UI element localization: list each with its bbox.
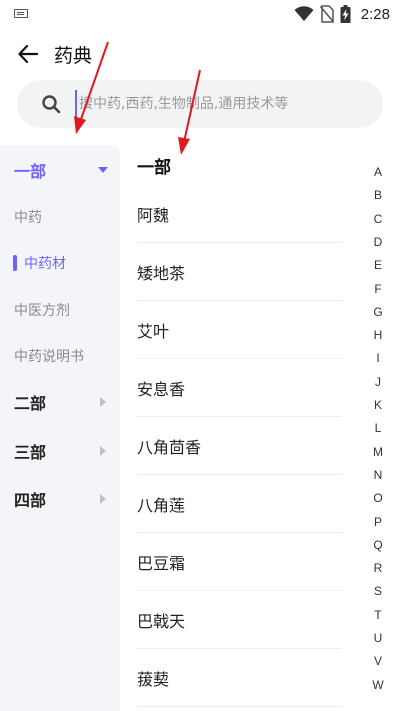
- alphabet-index-letter[interactable]: F: [366, 279, 390, 299]
- status-bar: 2:28: [0, 0, 400, 28]
- sidebar-item-label: 中药: [14, 210, 42, 226]
- sidebar-item-herbal-materials[interactable]: 中药材: [0, 243, 120, 283]
- sidebar-item-part-3[interactable]: 三部: [0, 431, 120, 471]
- list-item-label: 阿魏: [137, 206, 170, 225]
- alphabet-index-letter[interactable]: J: [366, 372, 390, 392]
- alphabet-index-letter[interactable]: A: [366, 162, 390, 182]
- list-item[interactable]: 八角茴香: [137, 417, 342, 475]
- sidebar-item-chinese-medicine[interactable]: 中药: [0, 197, 120, 237]
- list-item[interactable]: 艾叶: [137, 301, 342, 359]
- alphabet-index-letter[interactable]: Q: [366, 535, 390, 555]
- list-item-label: 八角茴香: [137, 438, 202, 457]
- alphabet-index-letter[interactable]: U: [366, 628, 390, 648]
- alphabet-index-letter[interactable]: G: [366, 302, 390, 322]
- alphabet-index-letter[interactable]: B: [366, 185, 390, 205]
- list-item[interactable]: 巴豆霜: [137, 533, 342, 591]
- alphabet-index-letter[interactable]: T: [366, 605, 390, 625]
- arrow-left-icon[interactable]: [16, 42, 40, 66]
- search-bar[interactable]: [17, 80, 383, 128]
- sidebar-item-label: 一部: [14, 162, 47, 181]
- alphabet-index-letter[interactable]: C: [366, 209, 390, 229]
- sidebar-item-label: 中药材: [24, 256, 66, 272]
- chevron-right-icon: [100, 494, 106, 504]
- alphabet-index-letter[interactable]: D: [366, 232, 390, 252]
- alphabet-index-letter[interactable]: E: [366, 255, 390, 275]
- alphabet-index-letter[interactable]: L: [366, 418, 390, 438]
- chevron-right-icon: [100, 397, 106, 407]
- sidebar-item-part-2[interactable]: 二部: [0, 382, 120, 422]
- list-item-label: 艾叶: [137, 322, 170, 341]
- search-icon: [42, 95, 61, 114]
- active-indicator: [13, 255, 17, 271]
- sidebar-item-part-1[interactable]: 一部: [0, 150, 120, 190]
- alphabet-index-letter[interactable]: I: [366, 348, 390, 368]
- list-item[interactable]: 矮地茶: [137, 243, 342, 301]
- alphabet-index-letter[interactable]: P: [366, 512, 390, 532]
- sidebar-item-label: 中医方剂: [14, 303, 70, 319]
- alphabet-index-letter[interactable]: K: [366, 395, 390, 415]
- sidebar-item-label: 四部: [14, 491, 47, 510]
- list-item-label: 巴豆霜: [137, 554, 186, 573]
- caret-down-icon: [98, 167, 108, 173]
- list-item[interactable]: 阿魏: [137, 185, 342, 243]
- list-item-label: 八角莲: [137, 496, 186, 515]
- sidebar-item-label: 三部: [14, 443, 47, 462]
- alphabet-index-letter[interactable]: M: [366, 442, 390, 462]
- clock-time: 2:28: [360, 5, 390, 23]
- alphabet-index-letter[interactable]: H: [366, 325, 390, 345]
- alphabet-index-letter[interactable]: V: [366, 651, 390, 671]
- sidebar-item-prescriptions[interactable]: 中医方剂: [0, 290, 120, 330]
- list-item-label: 菝葜: [137, 670, 170, 689]
- list-item[interactable]: 八角莲: [137, 475, 342, 533]
- list-item[interactable]: 安息香: [137, 359, 342, 417]
- list-item[interactable]: 菝葜: [137, 649, 342, 707]
- status-icons: 2:28: [294, 3, 390, 25]
- chevron-right-icon: [100, 446, 106, 456]
- section-title: 一部: [137, 158, 171, 178]
- category-sidebar: 一部 中药 中药材 中医方剂 中药说明书 二部 三部 四部: [0, 145, 120, 711]
- list-item-label: 矮地茶: [137, 264, 186, 283]
- alphabet-index-letter[interactable]: R: [366, 558, 390, 578]
- no-sim-icon: [319, 5, 334, 23]
- sidebar-item-instructions[interactable]: 中药说明书: [0, 336, 120, 376]
- alphabet-index-letter[interactable]: S: [366, 581, 390, 601]
- wifi-icon: [294, 6, 314, 21]
- app-header: 药典: [0, 34, 400, 74]
- page-title: 药典: [54, 45, 93, 67]
- alphabet-index-letter[interactable]: O: [366, 488, 390, 508]
- list-item-label: 安息香: [137, 380, 186, 399]
- sidebar-item-label: 二部: [14, 394, 47, 413]
- alphabet-index-letter[interactable]: W: [366, 675, 390, 695]
- list-item[interactable]: 巴戟天: [137, 591, 342, 649]
- list-item-label: 巴戟天: [137, 612, 186, 631]
- alphabet-index-letter[interactable]: N: [366, 465, 390, 485]
- keyboard-icon: [14, 9, 28, 18]
- sidebar-item-label: 中药说明书: [14, 349, 84, 365]
- medicine-list: 一部 阿魏 矮地茶 艾叶 安息香 八角茴香 八角莲 巴豆霜 巴戟天 菝葜: [120, 145, 350, 711]
- sidebar-item-part-4[interactable]: 四部: [0, 479, 120, 519]
- search-input[interactable]: [75, 90, 365, 118]
- battery-charging-icon: [340, 5, 351, 23]
